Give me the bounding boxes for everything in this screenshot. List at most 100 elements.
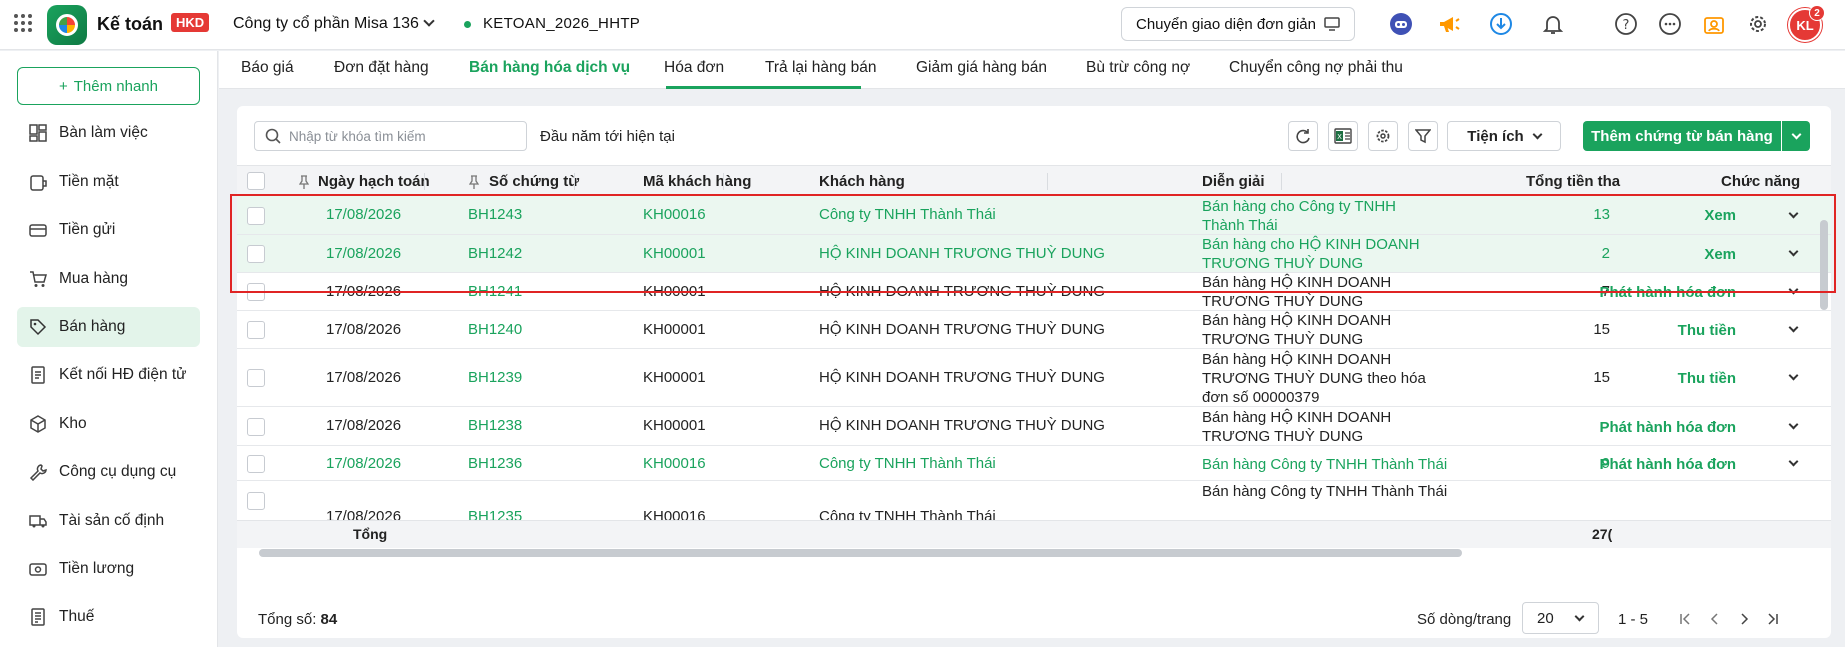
sidebar-item-dashboard[interactable]: Bàn làm việc xyxy=(17,113,200,153)
tab-quotation[interactable]: Báo giá xyxy=(241,59,294,77)
action-collect-payment-link[interactable]: Thu tiền xyxy=(1576,322,1736,339)
chevron-down-icon[interactable] xyxy=(1788,419,1799,430)
row-checkbox[interactable] xyxy=(247,492,265,510)
chevron-down-icon[interactable] xyxy=(1788,284,1799,295)
sidebar-item-inventory[interactable]: Kho xyxy=(17,404,200,444)
utilities-dropdown[interactable]: Tiện ích xyxy=(1447,121,1561,151)
row-checkbox[interactable] xyxy=(247,245,265,263)
tab-debt-offset[interactable]: Bù trừ công nợ xyxy=(1086,59,1190,77)
sidebar-item-cash[interactable]: Tiền mặt xyxy=(17,162,200,202)
bell-icon[interactable] xyxy=(1541,12,1565,36)
period-filter[interactable]: Đầu năm tới hiện tại xyxy=(540,128,675,145)
chevron-down-icon[interactable] xyxy=(423,15,435,27)
table-row[interactable]: 17/08/2026 BH1238 KH00001 HỘ KINH DOANH … xyxy=(237,407,1831,446)
database-name[interactable]: KETOAN_2026_HHTP xyxy=(483,15,640,32)
download-icon[interactable] xyxy=(1489,12,1513,36)
company-selector[interactable]: Công ty cổ phần Misa 136 xyxy=(233,15,419,33)
switch-ui-button[interactable]: Chuyển giao diện đơn giản xyxy=(1121,7,1355,41)
chevron-down-icon[interactable] xyxy=(1788,370,1799,381)
table-row[interactable]: 17/08/2026 BH1239 KH00001 HỘ KINH DOANH … xyxy=(237,349,1831,407)
table-row[interactable]: 17/08/2026 BH1242 KH00001 HỘ KINH DOANH … xyxy=(237,235,1831,273)
column-header-customer-code[interactable]: Mã khách hàng xyxy=(643,173,751,190)
support-icon[interactable] xyxy=(1702,12,1726,36)
add-quick-button[interactable]: + Thêm nhanh xyxy=(17,67,200,105)
cell-doc-link[interactable]: BH1243 xyxy=(468,206,522,223)
column-header-date[interactable]: Ngày hạch toán xyxy=(318,173,430,190)
pin-icon[interactable] xyxy=(469,175,479,189)
chevron-down-icon[interactable] xyxy=(1788,322,1799,333)
chevron-down-icon[interactable] xyxy=(1788,208,1799,219)
chevron-down-icon[interactable] xyxy=(1788,456,1799,467)
tab-invoice[interactable]: Hóa đơn xyxy=(664,59,724,77)
row-checkbox[interactable] xyxy=(247,321,265,339)
column-header-customer[interactable]: Khách hàng xyxy=(819,173,905,190)
chevron-down-icon[interactable] xyxy=(1788,246,1799,257)
settings-button[interactable] xyxy=(1368,121,1398,151)
action-issue-invoice-link[interactable]: Phát hành hóa đơn xyxy=(1576,456,1737,473)
table-row[interactable]: 17/08/2026 BH1241 KH00001 HỘ KINH DOANH … xyxy=(237,273,1831,311)
table-row[interactable]: 17/08/2026 BH1240 KH00001 HỘ KINH DOANH … xyxy=(237,311,1831,349)
horizontal-scrollbar[interactable] xyxy=(259,549,1462,557)
refresh-button[interactable] xyxy=(1288,121,1318,151)
row-checkbox[interactable] xyxy=(247,455,265,473)
sidebar-item-bank[interactable]: Tiền gửi xyxy=(17,210,200,250)
action-issue-invoice-link[interactable]: Phát hành hóa đơn xyxy=(1576,284,1737,301)
first-page-button[interactable] xyxy=(1678,612,1692,626)
table-row[interactable]: 17/08/2026 BH1243 KH00016 Công ty TNHH T… xyxy=(237,196,1831,235)
sidebar-item-tools[interactable]: Công cụ dụng cụ xyxy=(17,452,200,492)
row-checkbox[interactable] xyxy=(247,207,265,225)
column-header-total[interactable]: Tổng tiền tha xyxy=(1526,173,1620,190)
sidebar-item-tax[interactable]: Thuế xyxy=(17,597,200,637)
column-header-doc-number[interactable]: Số chứng từ xyxy=(489,173,579,190)
row-checkbox[interactable] xyxy=(247,369,265,387)
cell-doc-link[interactable]: BH1241 xyxy=(468,283,522,300)
column-header-actions[interactable]: Chức năng xyxy=(1721,173,1800,190)
add-sales-doc-button[interactable]: Thêm chứng từ bán hàng xyxy=(1583,121,1781,151)
cell-doc-link[interactable]: BH1240 xyxy=(468,321,522,338)
sidebar-item-einvoice[interactable]: Kết nối HĐ điện tử xyxy=(17,355,200,395)
action-view-link[interactable]: Xem xyxy=(1576,207,1736,224)
vertical-scrollbar[interactable] xyxy=(1820,220,1828,310)
prev-page-button[interactable] xyxy=(1708,612,1722,626)
column-divider[interactable] xyxy=(1047,173,1048,190)
sidebar-item-fixed-assets[interactable]: Tài sản cố định xyxy=(17,501,200,541)
search-input[interactable] xyxy=(289,128,509,144)
table-row[interactable]: 17/08/2026 BH1236 KH00016 Công ty TNHH T… xyxy=(237,446,1831,481)
excel-export-button[interactable]: X xyxy=(1328,121,1358,151)
action-view-link[interactable]: Xem xyxy=(1576,246,1736,263)
column-divider[interactable] xyxy=(424,173,425,190)
add-doc-dropdown-button[interactable] xyxy=(1782,121,1810,151)
cell-doc-link[interactable]: BH1239 xyxy=(468,369,522,386)
cell-doc-link[interactable]: BH1238 xyxy=(468,417,522,434)
tab-sales-discount[interactable]: Giảm giá hàng bán xyxy=(916,59,1047,77)
robot-icon[interactable] xyxy=(1389,12,1413,36)
sidebar-item-sales[interactable]: Bán hàng xyxy=(17,307,200,347)
last-page-button[interactable] xyxy=(1766,612,1780,626)
app-grid-icon[interactable] xyxy=(14,14,32,32)
cell-doc-link[interactable]: BH1236 xyxy=(468,455,522,472)
row-checkbox[interactable] xyxy=(247,283,265,301)
megaphone-icon[interactable] xyxy=(1437,12,1461,36)
sidebar-item-purchase[interactable]: Mua hàng xyxy=(17,259,200,299)
help-icon[interactable]: ? xyxy=(1614,12,1638,36)
action-issue-invoice-link[interactable]: Phát hành hóa đơn xyxy=(1576,419,1737,436)
column-divider[interactable] xyxy=(574,173,575,190)
column-header-description[interactable]: Diễn giải xyxy=(1202,173,1265,190)
select-all-checkbox[interactable] xyxy=(247,172,265,190)
cell-doc-link[interactable]: BH1242 xyxy=(468,245,522,262)
tab-sales-return[interactable]: Trả lại hàng bán xyxy=(765,59,876,77)
pin-icon[interactable] xyxy=(299,175,309,189)
row-checkbox[interactable] xyxy=(247,418,265,436)
filter-button[interactable] xyxy=(1408,121,1438,151)
more-icon[interactable] xyxy=(1658,12,1682,36)
tab-receivable-transfer[interactable]: Chuyển công nợ phải thu xyxy=(1229,59,1403,77)
sidebar-item-salary[interactable]: Tiền lương xyxy=(17,549,200,589)
tab-sales-order[interactable]: Đơn đặt hàng xyxy=(334,59,429,77)
gear-icon[interactable] xyxy=(1746,12,1770,36)
tab-sales-service[interactable]: Bán hàng hóa dịch vụ xyxy=(469,59,630,77)
page-size-select[interactable]: 20 xyxy=(1522,602,1599,634)
search-box[interactable] xyxy=(254,121,527,151)
column-divider[interactable] xyxy=(1281,173,1282,190)
table-row[interactable]: 17/08/2026 BH1235 KH00016 Công ty TNHH T… xyxy=(237,481,1831,525)
next-page-button[interactable] xyxy=(1737,612,1751,626)
